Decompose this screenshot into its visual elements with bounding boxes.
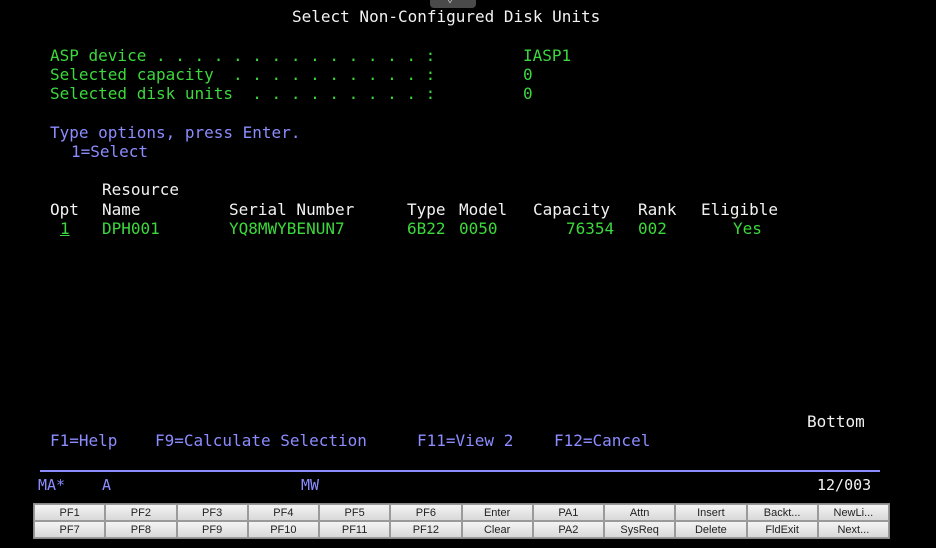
insert-key[interactable]: Insert xyxy=(675,504,747,521)
instructions-line: Type options, press Enter. xyxy=(50,123,301,142)
pf1-key[interactable]: PF1 xyxy=(34,504,106,521)
column-header-serial: Serial Number xyxy=(229,200,355,219)
selected-units-label: Selected disk units . . . . . . . . . : xyxy=(50,84,436,103)
pa1-key[interactable]: PA1 xyxy=(532,504,604,521)
newline-key[interactable]: NewLi... xyxy=(817,504,889,521)
status-indicator: MA* xyxy=(38,476,66,494)
row-eligible: Yes xyxy=(733,219,762,238)
delete-key[interactable]: Delete xyxy=(675,521,747,538)
f11-view-key[interactable]: F11=View 2 xyxy=(417,431,513,451)
column-header-rank: Rank xyxy=(638,200,677,219)
pa2-key[interactable]: PA2 xyxy=(532,521,604,538)
row-model: 0050 xyxy=(459,219,498,238)
status-divider xyxy=(40,470,880,472)
attn-key[interactable]: Attn xyxy=(604,504,676,521)
sysreq-key[interactable]: SysReq xyxy=(604,521,676,538)
pf5-key[interactable]: PF5 xyxy=(319,504,391,521)
column-header-eligible: Eligible xyxy=(701,200,779,219)
option-input[interactable]: 1 xyxy=(60,219,70,239)
pf9-key[interactable]: PF9 xyxy=(176,521,248,538)
column-header-type: Type xyxy=(407,200,446,219)
row-serial: YQ8MWYBENUN7 xyxy=(229,219,345,238)
pf11-key[interactable]: PF11 xyxy=(319,521,391,538)
chevron-down-icon: ⌄ xyxy=(447,0,453,5)
f9-calculate-key[interactable]: F9=Calculate Selection xyxy=(155,431,367,451)
column-header-model: Model xyxy=(459,200,508,219)
pf3-key[interactable]: PF3 xyxy=(176,504,248,521)
column-header-resource: Resource xyxy=(102,180,180,199)
f12-cancel-key[interactable]: F12=Cancel xyxy=(554,431,650,451)
column-header-opt: Opt xyxy=(50,200,79,219)
clear-key[interactable]: Clear xyxy=(461,521,533,538)
screen-title: Select Non-Configured Disk Units xyxy=(292,7,601,26)
pf12-key[interactable]: PF12 xyxy=(390,521,462,538)
option-legend: 1=Select xyxy=(71,142,149,161)
selected-capacity-label: Selected capacity . . . . . . . . . . : xyxy=(50,65,436,84)
pf2-key[interactable]: PF2 xyxy=(105,504,177,521)
pf4-key[interactable]: PF4 xyxy=(247,504,319,521)
row-type: 6B22 xyxy=(407,219,446,238)
pf10-key[interactable]: PF10 xyxy=(247,521,319,538)
row-capacity: 76354 xyxy=(566,219,615,238)
pf8-key[interactable]: PF8 xyxy=(105,521,177,538)
fieldexit-key[interactable]: FldExit xyxy=(746,521,818,538)
enter-key[interactable]: Enter xyxy=(461,504,533,521)
pf6-key[interactable]: PF6 xyxy=(390,504,462,521)
selected-units-value: 0 xyxy=(523,84,533,103)
status-session: MW xyxy=(301,476,320,494)
list-position-indicator: Bottom xyxy=(807,412,865,431)
status-mode: A xyxy=(102,476,112,494)
f1-help-key[interactable]: F1=Help xyxy=(50,431,117,451)
row-rank: 002 xyxy=(638,219,667,238)
asp-device-label: ASP device . . . . . . . . . . . . . . : xyxy=(50,46,436,65)
asp-device-value: IASP1 xyxy=(523,46,572,65)
next-key[interactable]: Next... xyxy=(817,521,889,538)
pf7-key[interactable]: PF7 xyxy=(34,521,106,538)
emulator-keypad: PF1 PF2 PF3 PF4 PF5 PF6 Enter PA1 Attn I… xyxy=(33,503,890,539)
backtab-key[interactable]: Backt... xyxy=(746,504,818,521)
row-name: DPH001 xyxy=(102,219,160,238)
column-header-capacity: Capacity xyxy=(533,200,611,219)
selected-capacity-value: 0 xyxy=(523,65,533,84)
cursor-position: 12/003 xyxy=(817,476,872,494)
column-header-name: Name xyxy=(102,200,141,219)
